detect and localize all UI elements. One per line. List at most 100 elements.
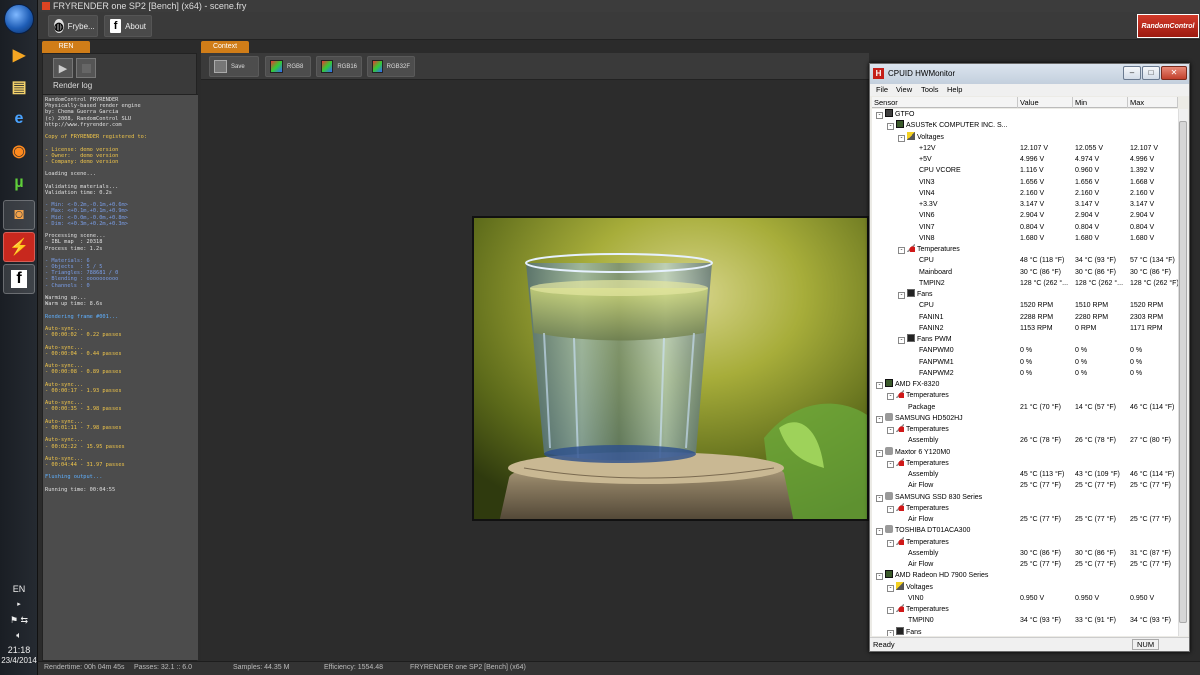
sensor-row[interactable]: - Temperatures	[872, 457, 1178, 469]
fryrender-taskbar-icon[interactable]: ⚡	[3, 232, 35, 262]
tree-expander-icon[interactable]: -	[887, 393, 894, 401]
sensor-row[interactable]: - GTFO	[872, 109, 1178, 120]
sensor-tree[interactable]: - GTFO - ASUSTeK COMPUTER INC. S... - Voltage…	[872, 109, 1178, 636]
tree-expander-icon[interactable]: -	[876, 112, 883, 119]
tree-expander-icon[interactable]: -	[876, 573, 883, 581]
sensor-row[interactable]: - Temperatures	[872, 390, 1178, 401]
camera-app-icon[interactable]: ◙	[3, 200, 35, 230]
render-log[interactable]: RandomControl FRYRENDER Physically-based …	[43, 94, 198, 660]
internet-explorer-icon[interactable]: e	[3, 104, 35, 134]
tree-expander-icon[interactable]: -	[887, 607, 894, 614]
sensor-row[interactable]: Assembly 45 °C (113 °F) 43 °C (109 °F) 46 °…	[872, 469, 1178, 480]
volume-icon[interactable]: 🔈︎	[0, 630, 38, 641]
menu-view[interactable]: View	[896, 85, 912, 94]
save-button[interactable]: Save	[209, 56, 259, 77]
sensor-row[interactable]: +5V 4.996 V 4.974 V 4.996 V	[872, 154, 1178, 165]
sensor-row[interactable]: - Temperatures	[872, 604, 1178, 615]
col-max[interactable]: Max	[1128, 97, 1178, 108]
sensor-row[interactable]: VIN6 2.904 V 2.904 V 2.904 V	[872, 210, 1178, 221]
sensor-row[interactable]: +3.3V 3.147 V 3.147 V 3.147 V	[872, 199, 1178, 210]
tree-expander-icon[interactable]: -	[887, 460, 894, 468]
firefox-icon[interactable]: ◉	[3, 136, 35, 166]
sensor-row[interactable]: - Temperatures	[872, 424, 1178, 435]
sensor-row[interactable]: TMPIN2 128 °C (262 °... 128 °C (262 °... 12…	[872, 278, 1178, 289]
rgb8-button[interactable]: RGB8	[265, 56, 311, 77]
sensor-row[interactable]: - Temperatures	[872, 502, 1178, 514]
start-button[interactable]	[4, 4, 34, 34]
close-button[interactable]: ✕	[1161, 66, 1187, 80]
sensor-row[interactable]: Mainboard 30 °C (86 °F) 30 °C (86 °F) 30 °C…	[872, 267, 1178, 278]
media-player-icon[interactable]: ▶	[3, 40, 35, 70]
sensor-row[interactable]: - Fans	[872, 626, 1178, 636]
tree-expander-icon[interactable]: -	[887, 584, 894, 592]
tree-expander-icon[interactable]: -	[887, 427, 894, 434]
sensor-row[interactable]: - Temperatures	[872, 244, 1178, 255]
sensor-row[interactable]: CPU 48 °C (118 °F) 34 °C (93 °F) 57 °C (134…	[872, 255, 1178, 266]
sensor-row[interactable]: FANPWM0 0 % 0 % 0 %	[872, 345, 1178, 356]
sensor-row[interactable]: VIN7 0.804 V 0.804 V 0.804 V	[872, 222, 1178, 233]
sensor-row[interactable]: FANPWM2 0 % 0 % 0 %	[872, 368, 1178, 379]
tree-expander-icon[interactable]: -	[898, 134, 905, 142]
play-button[interactable]: ▶	[53, 58, 73, 78]
menu-help[interactable]: Help	[947, 85, 962, 94]
clock-time[interactable]: 21:18	[0, 645, 38, 655]
sensor-row[interactable]: VIN8 1.680 V 1.680 V 1.680 V	[872, 233, 1178, 244]
frybe-button[interactable]: ◍ Frybe...	[48, 15, 98, 37]
sensor-row[interactable]: +12V 12.107 V 12.055 V 12.107 V	[872, 143, 1178, 154]
fryrender-about-taskbar-icon[interactable]: f	[3, 264, 35, 294]
sensor-row[interactable]: - Voltages	[872, 131, 1178, 143]
sensor-row[interactable]: Air Flow 25 °C (77 °F) 25 °C (77 °F) 25 °C …	[872, 559, 1178, 570]
sensor-row[interactable]: VIN0 0.950 V 0.950 V 0.950 V	[872, 593, 1178, 604]
sensor-row[interactable]: VIN3 1.656 V 1.656 V 1.668 V	[872, 177, 1178, 188]
tray-expand-icon[interactable]: ▸	[0, 600, 38, 608]
tab-ren[interactable]: REN	[42, 41, 90, 53]
tree-expander-icon[interactable]: -	[898, 247, 905, 254]
maximize-button[interactable]: □	[1142, 66, 1160, 80]
sensor-row[interactable]: - Fans	[872, 289, 1178, 300]
tree-expander-icon[interactable]: -	[898, 337, 905, 344]
tree-expander-icon[interactable]: -	[876, 528, 883, 536]
sensor-row[interactable]: - SAMSUNG SSD 830 Series	[872, 491, 1178, 503]
clock-date[interactable]: 23/4/2014	[0, 656, 38, 665]
tree-expander-icon[interactable]: -	[887, 505, 894, 513]
col-value[interactable]: Value	[1018, 97, 1073, 108]
sensor-row[interactable]: FANIN1 2288 RPM 2280 RPM 2303 RPM	[872, 312, 1178, 323]
tree-expander-icon[interactable]: -	[898, 292, 905, 299]
tree-expander-icon[interactable]: -	[876, 449, 883, 457]
menu-file[interactable]: File	[876, 85, 888, 94]
col-min[interactable]: Min	[1073, 97, 1128, 108]
sensor-row[interactable]: Assembly 30 °C (86 °F) 30 °C (86 °F) 31 °C …	[872, 548, 1178, 559]
sensor-row[interactable]: - ASUSTeK COMPUTER INC. S...	[872, 120, 1178, 131]
sensor-row[interactable]: - Voltages	[872, 581, 1178, 593]
sensor-row[interactable]: Air Flow 25 °C (77 °F) 25 °C (77 °F) 25 °C …	[872, 480, 1178, 491]
language-indicator[interactable]: EN	[0, 584, 38, 594]
sensor-row[interactable]: VIN4 2.160 V 2.160 V 2.160 V	[872, 188, 1178, 199]
tree-expander-icon[interactable]: -	[876, 494, 883, 502]
sensor-row[interactable]: Air Flow 25 °C (77 °F) 25 °C (77 °F) 25 °C …	[872, 514, 1178, 525]
sensor-row[interactable]: CPU 1520 RPM 1510 RPM 1520 RPM	[872, 300, 1178, 311]
sensor-row[interactable]: Assembly 26 °C (78 °F) 26 °C (78 °F) 27 °C …	[872, 435, 1178, 446]
tree-expander-icon[interactable]: -	[887, 539, 894, 547]
tree-expander-icon[interactable]: -	[876, 382, 883, 389]
sensor-row[interactable]: TMPIN0 34 °C (93 °F) 33 °C (91 °F) 34 °C (9…	[872, 615, 1178, 626]
rgb32f-button[interactable]: RGB32F	[367, 56, 415, 77]
minimize-button[interactable]: –	[1123, 66, 1141, 80]
stop-button[interactable]	[76, 58, 96, 78]
tree-expander-icon[interactable]: -	[876, 415, 883, 423]
col-sensor[interactable]: Sensor	[872, 97, 1018, 108]
about-button[interactable]: f About	[104, 15, 152, 37]
sensor-row[interactable]: - AMD Radeon HD 7900 Series	[872, 570, 1178, 581]
scrollbar-thumb[interactable]	[1179, 121, 1187, 623]
tree-expander-icon[interactable]: -	[887, 629, 894, 636]
sensor-row[interactable]: CPU VCORE 1.116 V 0.960 V 1.392 V	[872, 165, 1178, 176]
rgb16-button[interactable]: RGB16	[316, 56, 362, 77]
sensor-row[interactable]: - Maxtor 6 Y120M0	[872, 446, 1178, 458]
tab-context[interactable]: Context	[201, 41, 249, 53]
sensor-row[interactable]: - Temperatures	[872, 536, 1178, 548]
sensor-row[interactable]: - TOSHIBA DT01ACA300	[872, 525, 1178, 536]
file-explorer-icon[interactable]: ▤	[3, 72, 35, 102]
sensor-row[interactable]: FANPWM1 0 % 0 % 0 %	[872, 357, 1178, 368]
utorrent-icon[interactable]: µ	[3, 168, 35, 198]
sensor-row[interactable]: Package 21 °C (70 °F) 14 °C (57 °F) 46 °C (…	[872, 402, 1178, 413]
sensor-row[interactable]: - Fans PWM	[872, 334, 1178, 345]
